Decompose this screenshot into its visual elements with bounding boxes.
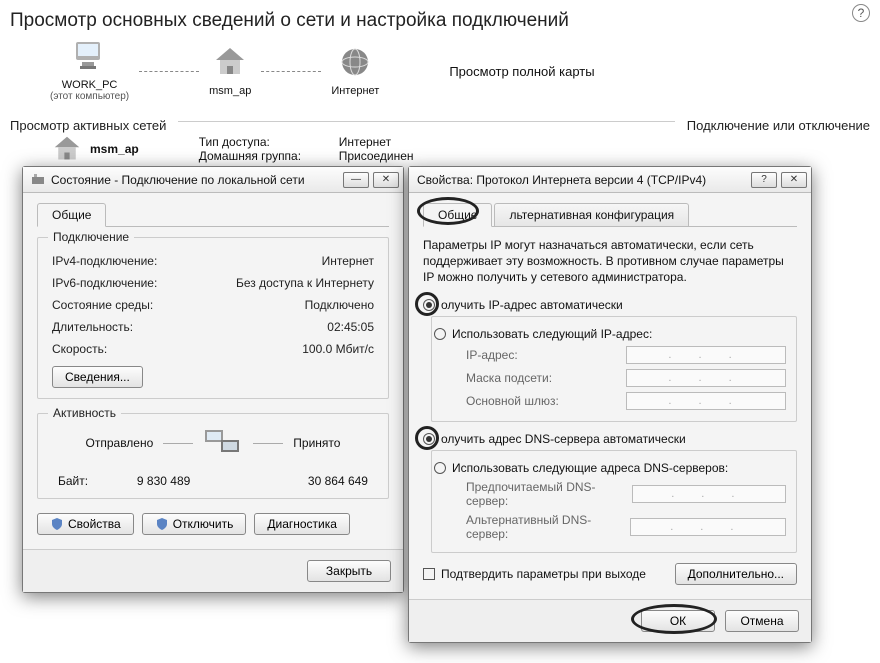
properties-label: Свойства <box>68 517 121 531</box>
page-title: Просмотр основных сведений о сети и наст… <box>10 10 870 32</box>
dns2-label: Альтернативный DNS-сервер: <box>466 513 630 541</box>
window-title: Свойства: Протокол Интернета версии 4 (T… <box>417 173 706 187</box>
tabs-status: Общие <box>37 203 389 227</box>
network-map: WORK_PC (этот компьютер) msm_ap Интернет… <box>50 40 870 102</box>
window-title: Состояние - Подключение по локальной сет… <box>51 173 305 187</box>
ipv6-value: Без доступа к Интернету <box>236 276 374 290</box>
speed-value: 100.0 Мбит/с <box>302 342 374 356</box>
help-button[interactable]: ? <box>751 172 777 188</box>
map-node-label: Интернет <box>331 85 379 97</box>
ipv4-label: IPv4-подключение: <box>52 254 157 268</box>
radio-obtain-dns[interactable]: олучить адрес DNS-сервера автоматически <box>423 432 797 446</box>
tabs-ipv4: Общие льтернативная конфигурация <box>423 203 797 227</box>
advanced-button[interactable]: Дополнительно... <box>675 563 797 585</box>
access-type-label: Тип доступа: <box>199 135 319 149</box>
disable-button[interactable]: Отключить <box>142 513 247 535</box>
homegroup-value: Присоединен <box>339 149 414 163</box>
bytes-label: Байт: <box>58 474 88 488</box>
speed-label: Скорость: <box>52 342 107 356</box>
house-icon <box>212 46 248 78</box>
gateway-field[interactable]: . . . <box>626 392 786 410</box>
dns1-label: Предпочитаемый DNS-сервер: <box>466 480 632 508</box>
radio-icon <box>423 299 435 311</box>
properties-button[interactable]: Свойства <box>37 513 134 535</box>
validate-label: Подтвердить параметры при выходе <box>441 567 646 581</box>
map-node-sub: (этот компьютер) <box>50 91 129 102</box>
ip-address-label: IP-адрес: <box>466 348 518 362</box>
validate-checkbox[interactable]: Подтвердить параметры при выходе <box>423 567 646 581</box>
tab-general[interactable]: Общие <box>423 203 492 227</box>
tab-general[interactable]: Общие <box>37 203 106 227</box>
group-activity-legend: Активность <box>48 406 121 420</box>
globe-icon <box>337 46 373 78</box>
mask-label: Маска подсети: <box>466 371 552 385</box>
close-button[interactable]: ✕ <box>781 172 807 188</box>
window-ipv4-properties: Свойства: Протокол Интернета версии 4 (T… <box>408 166 812 643</box>
nic-icon <box>31 173 45 187</box>
radio-obtain-ip[interactable]: олучить IP-адрес автоматически <box>423 298 797 312</box>
close-button[interactable]: ✕ <box>373 172 399 188</box>
access-type-value: Интернет <box>339 135 391 149</box>
radio-use-ip-label: Использовать следующий IP-адрес: <box>452 327 652 341</box>
map-node-internet[interactable]: Интернет <box>331 46 379 97</box>
close-dialog-button[interactable]: Закрыть <box>307 560 391 582</box>
radio-use-dns[interactable]: Использовать следующие адреса DNS-сервер… <box>434 461 786 475</box>
homegroup-label: Домашняя группа: <box>199 149 319 163</box>
radio-use-ip[interactable]: Использовать следующий IP-адрес: <box>434 327 786 341</box>
mask-field[interactable]: . . . <box>626 369 786 387</box>
shield-icon <box>50 517 64 531</box>
radio-icon <box>434 462 446 474</box>
map-node-this-pc[interactable]: WORK_PC (этот компьютер) <box>50 40 129 102</box>
radio-obtain-ip-label: олучить IP-адрес автоматически <box>441 298 623 312</box>
window-connection-status: Состояние - Подключение по локальной сет… <box>22 166 404 593</box>
ok-button[interactable]: ОК <box>641 610 715 632</box>
tab-alt-config[interactable]: льтернативная конфигурация <box>494 203 689 226</box>
ipv4-value: Интернет <box>322 254 374 268</box>
radio-obtain-dns-label: олучить адрес DNS-сервера автоматически <box>441 432 686 446</box>
cancel-button[interactable]: Отмена <box>725 610 799 632</box>
minimize-button[interactable]: — <box>343 172 369 188</box>
conn-disc-link[interactable]: Подключение или отключение <box>687 118 870 133</box>
map-node-label: WORK_PC <box>62 79 118 91</box>
map-node-ap[interactable]: msm_ap <box>209 46 251 97</box>
radio-use-dns-label: Использовать следующие адреса DNS-сервер… <box>452 461 728 475</box>
active-net-name: msm_ap <box>90 142 139 156</box>
map-connector <box>139 71 199 72</box>
radio-icon <box>434 328 446 340</box>
section-active-networks: Просмотр активных сетей <box>10 118 166 133</box>
help-icon[interactable]: ? <box>852 4 870 22</box>
checkbox-icon <box>423 568 435 580</box>
group-connection-legend: Подключение <box>48 230 134 244</box>
house-icon <box>50 135 84 163</box>
media-label: Состояние среды: <box>52 298 153 312</box>
titlebar: Состояние - Подключение по локальной сет… <box>23 167 403 193</box>
recv-bytes: 30 864 649 <box>308 474 368 488</box>
sent-label: Отправлено <box>86 436 154 450</box>
map-connector <box>261 71 321 72</box>
ip-address-field[interactable]: . . . <box>626 346 786 364</box>
active-network-row: msm_ap Тип доступа: Интернет Домашняя гру… <box>10 135 870 163</box>
diagnostics-button[interactable]: Диагностика <box>254 513 350 535</box>
disable-label: Отключить <box>173 517 234 531</box>
dns1-field[interactable]: . . . <box>632 485 786 503</box>
recv-label: Принято <box>293 436 340 450</box>
titlebar: Свойства: Протокол Интернета версии 4 (T… <box>409 167 811 193</box>
dns2-field[interactable]: . . . <box>630 518 786 536</box>
map-node-label: msm_ap <box>209 85 251 97</box>
full-map-link[interactable]: Просмотр полной карты <box>449 64 594 79</box>
ipv6-label: IPv6-подключение: <box>52 276 157 290</box>
duration-value: 02:45:05 <box>327 320 374 334</box>
radio-icon <box>423 433 435 445</box>
gateway-label: Основной шлюз: <box>466 394 559 408</box>
duration-label: Длительность: <box>52 320 133 334</box>
sent-bytes: 9 830 489 <box>137 474 190 488</box>
media-value: Подключено <box>305 298 374 312</box>
two-pc-icon <box>203 426 243 460</box>
intro-text: Параметры IP могут назначаться автоматич… <box>423 237 797 286</box>
details-button[interactable]: Сведения... <box>52 366 143 388</box>
shield-icon <box>155 517 169 531</box>
computer-icon <box>72 40 108 72</box>
